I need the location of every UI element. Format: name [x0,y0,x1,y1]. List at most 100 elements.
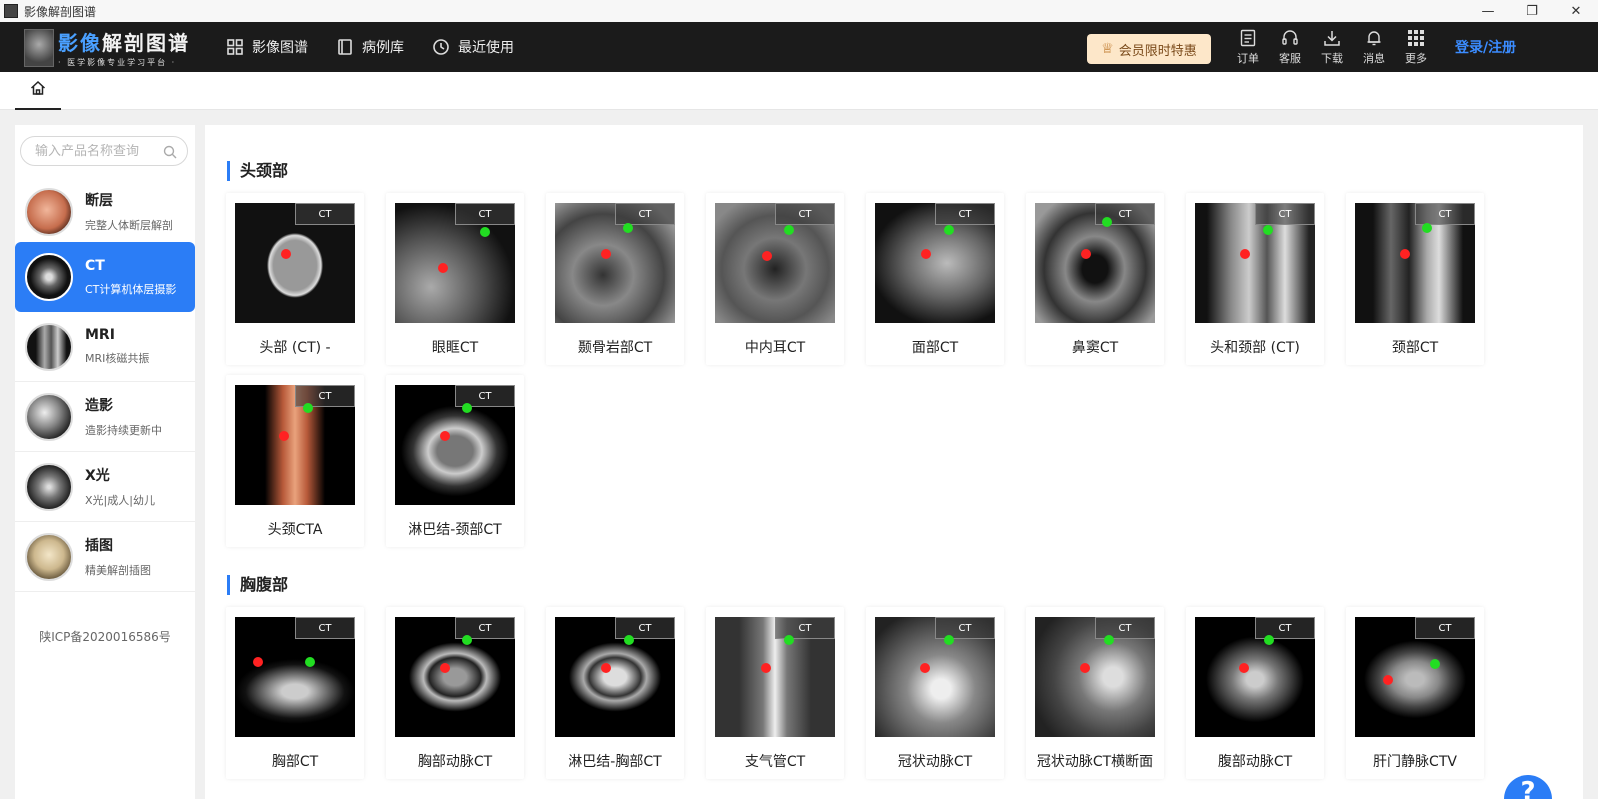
atlas-card[interactable]: CT 面部CT [866,193,1004,365]
tool-download[interactable]: 下载 [1311,22,1353,72]
marker-pin-icon [601,663,611,673]
ct-tag: CT [1415,617,1475,639]
logo-icon [24,28,54,67]
ct-tag: CT [1255,203,1315,225]
tool-label: 订单 [1237,52,1259,65]
marker-pin-icon [440,431,450,441]
marker-pin-icon [624,635,634,645]
main-nav: 影像图谱 病例库 最近使用 [226,22,542,72]
atlas-card[interactable]: CT 头和颈部 (CT) [1186,193,1324,365]
atlas-card[interactable]: CT 淋巴结-胸部CT [546,607,684,779]
card-label: 眼眶CT [431,340,479,356]
atlas-card[interactable]: CT 腹部动脉CT [1186,607,1324,779]
tab-home[interactable] [15,72,61,110]
atlas-card[interactable]: CT 眼眶CT [386,193,524,365]
category-ct[interactable]: CT CT计算机体层摄影 [15,242,195,312]
category-desc: X光|成人|幼儿 [85,494,155,507]
card-label: 腹部动脉CT [1217,754,1293,770]
card-label: 胸部动脉CT [417,754,493,770]
atlas-card[interactable]: CT 头颈CTA [226,375,364,547]
maximize-button[interactable]: ❐ [1510,0,1554,22]
window-title: 影像解剖图谱 [24,4,97,19]
search-icon[interactable] [163,144,177,159]
headset-icon [1280,28,1300,48]
marker-pin-icon [762,251,772,261]
ct-thumbnail: CT [1035,617,1155,737]
atlas-card[interactable]: CT 中内耳CT [706,193,844,365]
ct-tag: CT [1095,617,1155,639]
card-label: 胸部CT [271,754,319,770]
marker-pin-icon [462,403,472,413]
ct-thumbnail: CT [395,203,515,323]
marker-pin-icon [623,223,633,233]
atlas-card[interactable]: CT 冠状动脉CT [866,607,1004,779]
nav-label: 最近使用 [458,40,514,56]
card-label: 淋巴结-颈部CT [408,522,502,538]
category-name: 插图 [85,538,113,554]
marker-pin-icon [480,227,490,237]
nav-recent[interactable]: 最近使用 [432,37,514,57]
category-desc: 造影持续更新中 [85,424,162,437]
more-icon [1406,28,1426,48]
atlas-card[interactable]: CT 鼻窦CT [1026,193,1164,365]
category-desc: 精美解剖插图 [85,564,151,577]
category-mri[interactable]: MRI MRI核磁共振 [15,312,195,382]
tool-more[interactable]: 更多 [1395,22,1437,72]
card-label: 颈部CT [1391,340,1439,356]
marker-pin-icon [1263,225,1273,235]
atlas-card[interactable]: CT 支气管CT [706,607,844,779]
marker-pin-icon [281,249,291,259]
marker-pin-icon [1264,635,1274,645]
ct-thumbnail: CT [875,617,995,737]
bell-icon [1364,28,1384,48]
app-icon [4,4,18,18]
marker-pin-icon [1104,635,1114,645]
angiography-thumbnail [25,392,73,441]
ct-thumbnail: CT [875,203,995,323]
atlas-card[interactable]: CT 颞骨岩部CT [546,193,684,365]
atlas-card[interactable]: CT 冠状动脉CT横断面 [1026,607,1164,779]
ct-tag: CT [295,203,355,225]
section-title-chest-abdomen: 胸腹部 [227,575,288,595]
order-icon [1238,28,1258,48]
category-xray[interactable]: X光 X光|成人|幼儿 [15,452,195,522]
vip-promo-button[interactable]: ♕ 会员限时特惠 [1087,34,1211,64]
marker-pin-icon [601,249,611,259]
logo[interactable]: 影像解剖图谱 · 医学影像专业学习平台 · [24,27,190,68]
ct-scan-thumbnail [25,253,73,301]
marker-pin-icon [438,263,448,273]
category-illustration[interactable]: 插图 精美解剖插图 [15,522,195,592]
marker-pin-icon [1383,675,1393,685]
atlas-card[interactable]: CT 淋巴结-颈部CT [386,375,524,547]
atlas-card[interactable]: CT 头部 (CT) - [226,193,364,365]
close-button[interactable]: ✕ [1554,0,1598,22]
tool-orders[interactable]: 订单 [1227,22,1269,72]
category-sectional[interactable]: 断层 完整人体断层解剖 [15,177,195,247]
atlas-card[interactable]: CT 胸部动脉CT [386,607,524,779]
tool-service[interactable]: 客服 [1269,22,1311,72]
ct-tag: CT [775,203,835,225]
login-register-link[interactable]: 登录/注册 [1455,22,1516,72]
card-label: 冠状动脉CT横断面 [1036,754,1154,770]
atlas-card[interactable]: CT 颈部CT [1346,193,1484,365]
card-label: 鼻窦CT [1071,340,1119,356]
tool-messages[interactable]: 消息 [1353,22,1395,72]
ct-thumbnail: CT [235,617,355,737]
nav-atlas[interactable]: 影像图谱 [226,37,308,57]
minimize-button[interactable]: — [1466,0,1510,22]
atlas-card[interactable]: CT 肝门静脉CTV [1346,607,1484,779]
category-sidebar: 断层完整人体断层解剖 CT CT计算机体层摄影 MRI MRI核磁共振 造影造影持续… [15,125,195,799]
ct-thumbnail: CT [395,617,515,737]
vip-label: 会员限时特惠 [1118,43,1197,59]
marker-pin-icon [784,635,794,645]
search-input[interactable] [35,143,165,159]
card-label: 头部 (CT) - [259,340,331,356]
category-angiography[interactable]: 造影 造影持续更新中 [15,382,195,452]
ct-thumbnail: CT [1355,617,1475,737]
atlas-card[interactable]: CT 胸部CT [226,607,364,779]
skull-thumbnail [25,532,73,581]
ct-tag: CT [775,617,835,639]
nav-cases[interactable]: 病例库 [336,37,404,57]
icp-license[interactable]: 陕ICP备2020016586号 [15,628,195,645]
card-label: 颞骨岩部CT [577,340,653,356]
